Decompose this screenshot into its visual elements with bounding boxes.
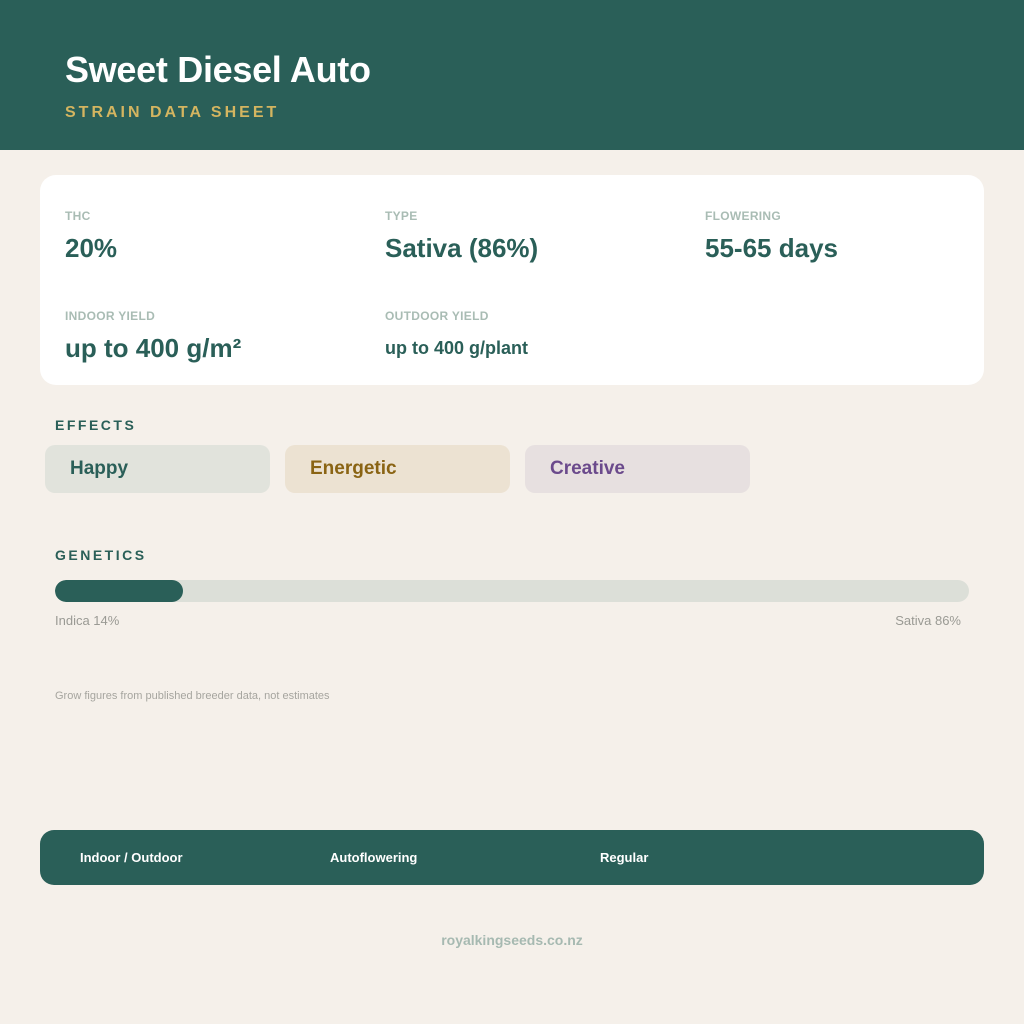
stat-thc: THC 20%	[65, 208, 117, 264]
website-link[interactable]: royalkingseeds.co.nz	[0, 930, 1024, 950]
genetics-indica-fill	[55, 580, 183, 602]
stat-thc-label: THC	[65, 209, 91, 223]
page-title: Sweet Diesel Auto	[65, 49, 371, 90]
page-subtitle: STRAIN DATA SHEET	[65, 104, 280, 121]
stat-indoor-yield-value: up to 400 g/m²	[65, 333, 242, 363]
stat-outdoor-yield-label: OUTDOOR YIELD	[385, 309, 489, 323]
footer-attributes-bar: Indoor / Outdoor Autoflowering Regular	[40, 830, 984, 885]
stat-indoor-yield-label: INDOOR YIELD	[65, 309, 156, 323]
effect-chip-label: Creative	[550, 458, 625, 479]
stat-type-value: Sativa (86%)	[385, 233, 539, 263]
effect-chip-happy: Happy	[45, 445, 270, 493]
sativa-caption: Sativa 86%	[895, 613, 961, 628]
effect-chip-label: Happy	[70, 458, 129, 479]
stat-type-label: TYPE	[385, 209, 418, 223]
stats-card: THC 20% TYPE Sativa (86%) FLOWERING 55-6…	[40, 175, 984, 385]
stat-type: TYPE Sativa (86%)	[385, 208, 538, 264]
stat-indoor-yield: INDOOR YIELD up to 400 g/m²	[65, 308, 241, 364]
footer-item-seed-type: Regular	[600, 850, 649, 865]
effects-heading: EFFECTS	[55, 417, 137, 433]
footer-item-environment: Indoor / Outdoor	[80, 850, 183, 865]
footer-item-flowering-type: Autoflowering	[330, 850, 418, 865]
effect-chip-creative: Creative	[525, 445, 750, 493]
stat-flowering-value: 55-65 days	[705, 233, 838, 263]
stat-outdoor-yield-value: up to 400 g/plant	[385, 338, 529, 358]
effect-chip-energetic: Energetic	[285, 445, 510, 493]
stat-thc-value: 20%	[65, 233, 118, 263]
effect-chip-label: Energetic	[310, 458, 397, 479]
genetics-bar	[55, 580, 969, 602]
data-source-note: Grow figures from published breeder data…	[55, 690, 330, 702]
header-banner: Sweet Diesel Auto STRAIN DATA SHEET	[0, 0, 1024, 150]
stat-flowering: FLOWERING 55-65 days	[705, 208, 838, 264]
stat-outdoor-yield: OUTDOOR YIELD up to 400 g/plant	[385, 308, 528, 360]
indica-caption: Indica 14%	[55, 613, 120, 628]
stat-flowering-label: FLOWERING	[705, 209, 782, 223]
genetics-heading: GENETICS	[55, 547, 147, 563]
